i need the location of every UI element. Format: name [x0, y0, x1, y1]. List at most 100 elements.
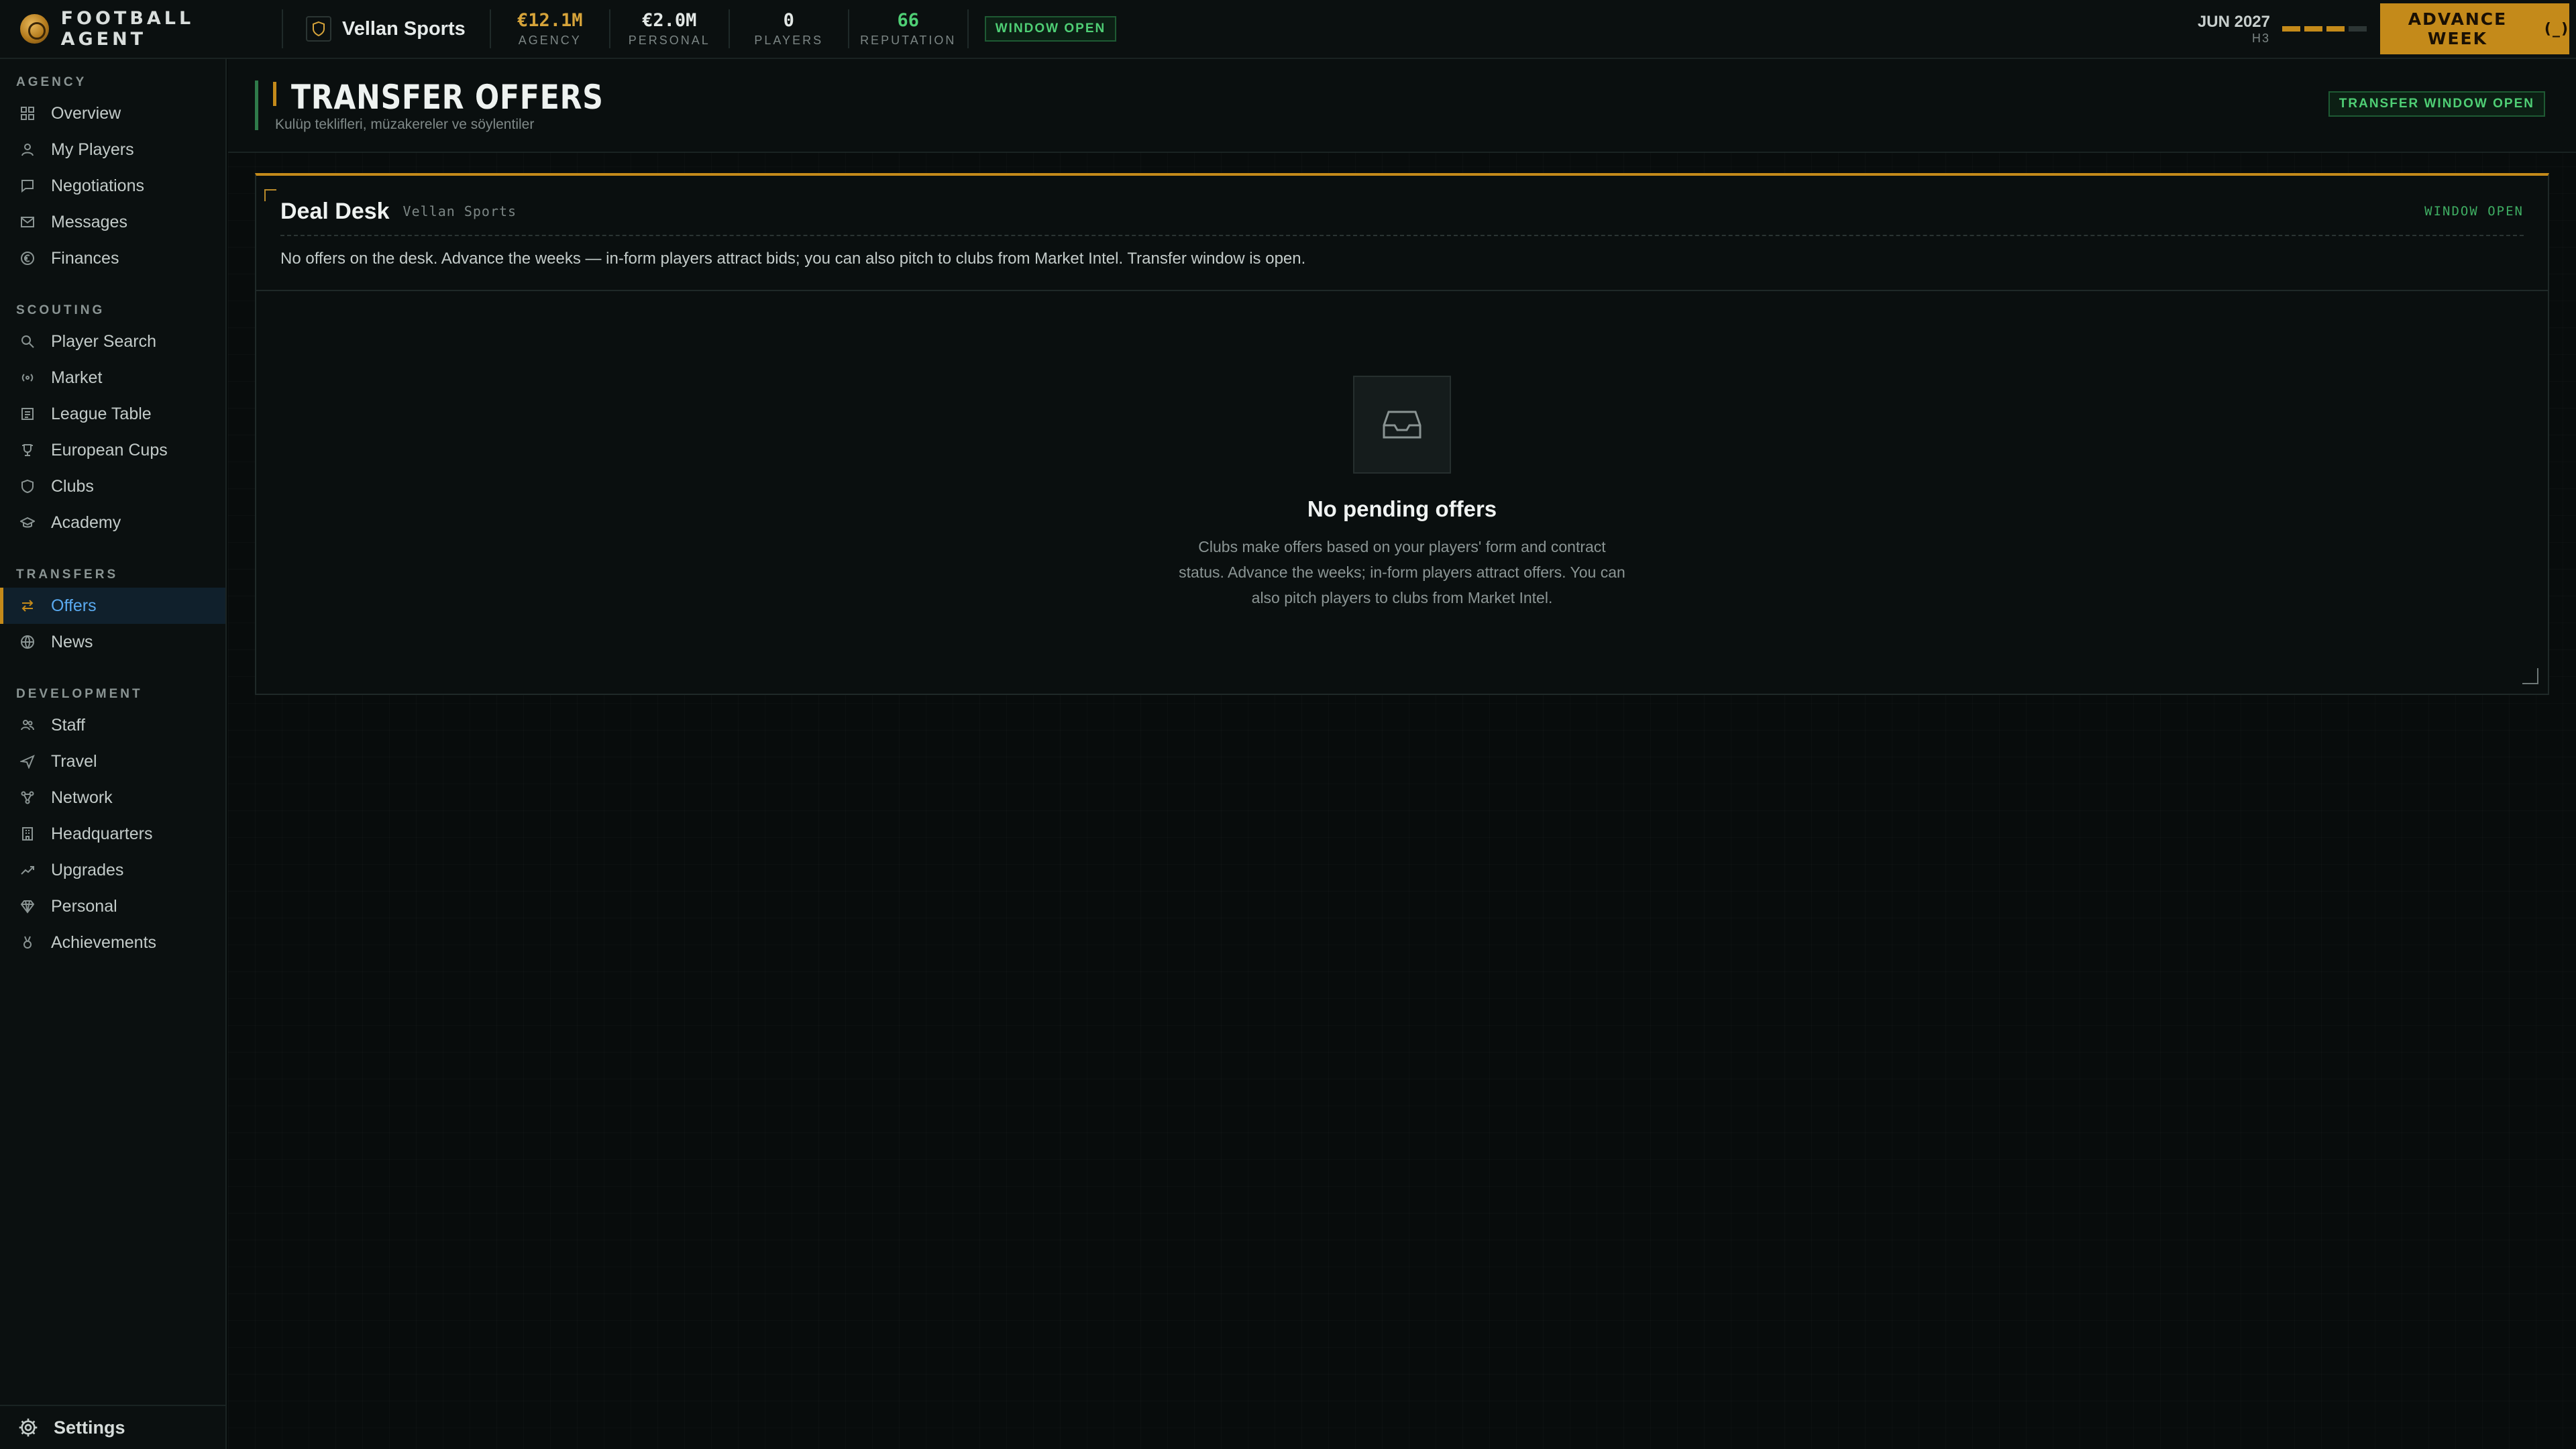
- panel-header: Deal Desk Vellan Sports WINDOW OPEN: [280, 188, 2524, 236]
- brand-name: FOOTBALL AGENT: [60, 8, 195, 50]
- gear-icon: [17, 1417, 39, 1438]
- progress-segment: [2349, 26, 2367, 32]
- stat-label: REPUTATION: [860, 34, 957, 47]
- table-icon: [19, 405, 36, 423]
- sidebar-item-european-cups[interactable]: European Cups: [0, 432, 225, 468]
- sidebar-item-label: Achievements: [51, 932, 157, 952]
- plane-icon: [19, 753, 36, 770]
- divider: [967, 9, 969, 48]
- stat-label: PERSONAL: [628, 34, 710, 47]
- football-logo-icon: [20, 14, 49, 44]
- sidebar-item-label: Messages: [51, 212, 127, 231]
- transfer-window-badge: TRANSFER WINDOW OPEN: [2328, 91, 2545, 117]
- sidebar-item-negotiations[interactable]: Negotiations: [0, 168, 225, 204]
- settings-label: Settings: [54, 1417, 125, 1438]
- stat-label: AGENCY: [518, 34, 582, 47]
- empty-state: No pending offers Clubs make offers base…: [256, 376, 2548, 610]
- sidebar-item-achievements[interactable]: Achievements: [0, 924, 225, 961]
- graduation-icon: [19, 514, 36, 531]
- panel-subtitle: Vellan Sports: [402, 203, 517, 219]
- euro-icon: [19, 250, 36, 267]
- chat-icon: [19, 177, 36, 195]
- deal-desk-panel: Deal Desk Vellan Sports WINDOW OPEN No o…: [255, 173, 2549, 695]
- building-icon: [19, 825, 36, 843]
- sidebar-item-league-table[interactable]: League Table: [0, 396, 225, 432]
- sidebar-item-label: Finances: [51, 248, 119, 268]
- panel-message: No offers on the desk. Advance the weeks…: [280, 250, 1306, 268]
- shield-icon: [306, 16, 331, 42]
- window-status-badge: WINDOW OPEN: [984, 16, 1117, 42]
- club-selector[interactable]: Vellan Sports: [283, 16, 490, 42]
- sidebar-item-offers[interactable]: Offers: [0, 588, 225, 624]
- section-title-scouting: SCOUTING: [16, 303, 105, 317]
- empty-text: Clubs make offers based on your players'…: [1179, 538, 1625, 606]
- settings-button[interactable]: Settings: [0, 1405, 225, 1449]
- header-accent: [273, 82, 276, 106]
- progress-segment: [2304, 26, 2322, 32]
- sidebar-item-staff[interactable]: Staff: [0, 707, 225, 743]
- sidebar-item-label: Clubs: [51, 476, 94, 496]
- panel-status-tag: WINDOW OPEN: [2424, 204, 2524, 219]
- page-subtitle: Kulüp teklifleri, müzakereler ve söylent…: [275, 117, 535, 132]
- sidebar-item-personal[interactable]: Personal: [0, 888, 225, 924]
- stat-value: €12.1M: [517, 10, 583, 31]
- sidebar-item-clubs[interactable]: Clubs: [0, 468, 225, 504]
- top-bar: FOOTBALL AGENT Vellan Sports €12.1M AGEN…: [0, 0, 2576, 59]
- sidebar-item-label: Upgrades: [51, 860, 124, 879]
- stat-personal: €2.0M PERSONAL: [610, 10, 729, 48]
- sidebar-item-messages[interactable]: Messages: [0, 204, 225, 240]
- sidebar: AGENCY Overview My Players Negotiations …: [0, 59, 227, 1449]
- users-icon: [19, 716, 36, 734]
- sidebar-item-label: Overview: [51, 103, 121, 123]
- sidebar-item-my-players[interactable]: My Players: [0, 131, 225, 168]
- sidebar-item-headquarters[interactable]: Headquarters: [0, 816, 225, 852]
- sidebar-item-label: Headquarters: [51, 824, 153, 843]
- sidebar-item-label: League Table: [51, 404, 152, 423]
- sidebar-item-news[interactable]: News: [0, 624, 225, 660]
- sidebar-item-overview[interactable]: Overview: [0, 95, 225, 131]
- sidebar-item-travel[interactable]: Travel: [0, 743, 225, 780]
- corner-decoration: [264, 189, 276, 201]
- page-header: TRANSFER OFFERS Kulüp teklifleri, müzake…: [228, 59, 2576, 153]
- club-name: Vellan Sports: [342, 17, 466, 40]
- stat-value: 0: [783, 10, 794, 31]
- stat-players: 0 PLAYERS: [730, 10, 848, 48]
- section-title-transfers: TRANSFERS: [16, 568, 119, 582]
- grid-icon: [19, 105, 36, 122]
- inbox-icon: [1353, 376, 1451, 474]
- advance-shortcut: (_): [2544, 20, 2569, 38]
- sidebar-item-label: Travel: [51, 751, 97, 771]
- medal-icon: [19, 934, 36, 951]
- diamond-icon: [19, 898, 36, 915]
- trend-icon: [19, 861, 36, 879]
- header-accent: [255, 80, 258, 130]
- sidebar-item-label: News: [51, 632, 93, 651]
- sidebar-item-label: Negotiations: [51, 176, 144, 195]
- top-right: JUN 2027 H3 ADVANCE WEEK (_): [2198, 0, 2576, 58]
- date-main: JUN 2027: [2197, 12, 2270, 31]
- brand[interactable]: FOOTBALL AGENT: [0, 8, 282, 50]
- sidebar-item-label: European Cups: [51, 440, 168, 460]
- sidebar-item-upgrades[interactable]: Upgrades: [0, 852, 225, 888]
- stat-value: €2.0M: [642, 10, 697, 31]
- main-content: TRANSFER OFFERS Kulüp teklifleri, müzake…: [228, 59, 2576, 1449]
- sidebar-item-label: My Players: [51, 140, 134, 159]
- search-icon: [19, 333, 36, 350]
- stat-label: PLAYERS: [754, 34, 824, 47]
- sidebar-item-network[interactable]: Network: [0, 780, 225, 816]
- date-display: JUN 2027 H3: [2198, 13, 2270, 46]
- broadcast-icon: [19, 369, 36, 386]
- shield-icon: [19, 478, 36, 495]
- sidebar-item-academy[interactable]: Academy: [0, 504, 225, 541]
- sidebar-item-player-search[interactable]: Player Search: [0, 323, 225, 360]
- section-title-development: DEVELOPMENT: [16, 687, 143, 701]
- advance-week-button[interactable]: ADVANCE WEEK (_): [2380, 3, 2569, 54]
- stat-agency: €12.1M AGENCY: [491, 10, 609, 48]
- stat-reputation: 66 REPUTATION: [849, 10, 967, 48]
- sidebar-item-market[interactable]: Market: [0, 360, 225, 396]
- trophy-icon: [19, 441, 36, 459]
- sidebar-item-finances[interactable]: Finances: [0, 240, 225, 276]
- divider: [256, 290, 2548, 291]
- progress-segment: [2282, 26, 2300, 32]
- section-title-agency: AGENCY: [16, 75, 87, 89]
